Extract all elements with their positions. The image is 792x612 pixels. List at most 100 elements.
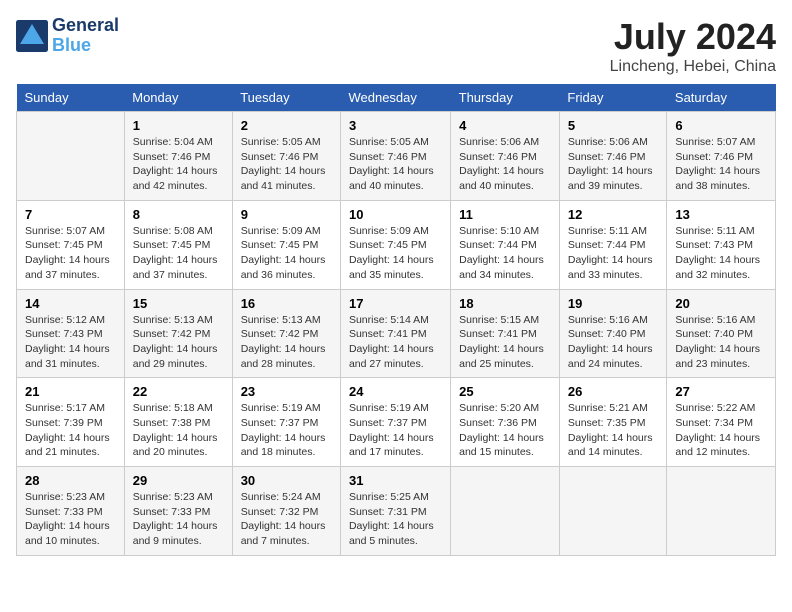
day-number: 9 [241,207,332,222]
calendar-cell: 21Sunrise: 5:17 AMSunset: 7:39 PMDayligh… [17,378,125,467]
day-info: Sunrise: 5:13 AMSunset: 7:42 PMDaylight:… [133,313,224,372]
day-number: 24 [349,384,442,399]
day-info: Sunrise: 5:11 AMSunset: 7:43 PMDaylight:… [675,224,767,283]
day-info: Sunrise: 5:08 AMSunset: 7:45 PMDaylight:… [133,224,224,283]
day-info: Sunrise: 5:09 AMSunset: 7:45 PMDaylight:… [241,224,332,283]
day-info: Sunrise: 5:10 AMSunset: 7:44 PMDaylight:… [459,224,551,283]
day-number: 27 [675,384,767,399]
day-number: 19 [568,296,659,311]
day-number: 31 [349,473,442,488]
calendar-cell: 31 Sunrise: 5:25 AMSunset: 7:31 PMDayligh… [340,467,450,556]
day-number: 15 [133,296,224,311]
weekday-header-tuesday: Tuesday [232,84,340,112]
logo-text: General Blue [52,16,119,56]
calendar-cell: 13 Sunrise: 5:11 AMSunset: 7:43 PMDayligh… [667,200,776,289]
weekday-header-sunday: Sunday [17,84,125,112]
calendar-cell: 8 Sunrise: 5:08 AMSunset: 7:45 PMDaylight… [124,200,232,289]
calendar-cell [17,112,125,201]
day-info: Sunrise: 5:23 AMSunset: 7:33 PMDaylight:… [25,490,116,549]
weekday-header-saturday: Saturday [667,84,776,112]
calendar-cell: 22 Sunrise: 5:18 AMSunset: 7:38 PMDayligh… [124,378,232,467]
day-info: Sunrise: 5:22 AMSunset: 7:34 PMDaylight:… [675,401,767,460]
day-info: Sunrise: 5:06 AMSunset: 7:46 PMDaylight:… [459,135,551,194]
day-info: Sunrise: 5:05 AMSunset: 7:46 PMDaylight:… [349,135,442,194]
day-number: 18 [459,296,551,311]
calendar-cell: 1 Sunrise: 5:04 AMSunset: 7:46 PMDaylight… [124,112,232,201]
day-number: 6 [675,118,767,133]
day-number: 5 [568,118,659,133]
day-info: Sunrise: 5:23 AMSunset: 7:33 PMDaylight:… [133,490,224,549]
calendar-title: July 2024 [610,16,776,58]
day-info: Sunrise: 5:15 AMSunset: 7:41 PMDaylight:… [459,313,551,372]
calendar-table: SundayMondayTuesdayWednesdayThursdayFrid… [16,84,776,556]
logo-icon [16,20,48,52]
weekday-header-thursday: Thursday [451,84,560,112]
calendar-cell: 12 Sunrise: 5:11 AMSunset: 7:44 PMDayligh… [559,200,667,289]
day-info: Sunrise: 5:21 AMSunset: 7:35 PMDaylight:… [568,401,659,460]
calendar-subtitle: Lincheng, Hebei, China [610,58,776,76]
page-header: General Blue July 2024 Lincheng, Hebei, … [16,16,776,76]
calendar-cell: 25Sunrise: 5:20 AMSunset: 7:36 PMDayligh… [451,378,560,467]
day-number: 23 [241,384,332,399]
day-number: 8 [133,207,224,222]
calendar-cell: 26 Sunrise: 5:21 AMSunset: 7:35 PMDayligh… [559,378,667,467]
calendar-week-row: 14Sunrise: 5:12 AMSunset: 7:43 PMDayligh… [17,289,776,378]
calendar-cell: 7 Sunrise: 5:07 AMSunset: 7:45 PMDaylight… [17,200,125,289]
day-number: 26 [568,384,659,399]
calendar-cell: 24Sunrise: 5:19 AMSunset: 7:37 PMDayligh… [340,378,450,467]
day-number: 7 [25,207,116,222]
weekday-header-friday: Friday [559,84,667,112]
weekday-header-wednesday: Wednesday [340,84,450,112]
day-info: Sunrise: 5:12 AMSunset: 7:43 PMDaylight:… [25,313,116,372]
calendar-header-row: SundayMondayTuesdayWednesdayThursdayFrid… [17,84,776,112]
day-number: 1 [133,118,224,133]
calendar-cell: 9 Sunrise: 5:09 AMSunset: 7:45 PMDaylight… [232,200,340,289]
weekday-header-monday: Monday [124,84,232,112]
day-info: Sunrise: 5:11 AMSunset: 7:44 PMDaylight:… [568,224,659,283]
day-info: Sunrise: 5:19 AMSunset: 7:37 PMDaylight:… [241,401,332,460]
day-number: 30 [241,473,332,488]
day-number: 21 [25,384,116,399]
day-number: 22 [133,384,224,399]
day-info: Sunrise: 5:05 AMSunset: 7:46 PMDaylight:… [241,135,332,194]
calendar-cell: 18 Sunrise: 5:15 AMSunset: 7:41 PMDayligh… [451,289,560,378]
day-number: 13 [675,207,767,222]
logo: General Blue [16,16,119,56]
calendar-cell: 30 Sunrise: 5:24 AMSunset: 7:32 PMDayligh… [232,467,340,556]
day-info: Sunrise: 5:25 AMSunset: 7:31 PMDaylight:… [349,490,442,549]
day-info: Sunrise: 5:06 AMSunset: 7:46 PMDaylight:… [568,135,659,194]
calendar-week-row: 28Sunrise: 5:23 AMSunset: 7:33 PMDayligh… [17,467,776,556]
calendar-cell: 6Sunrise: 5:07 AMSunset: 7:46 PMDaylight… [667,112,776,201]
calendar-week-row: 1 Sunrise: 5:04 AMSunset: 7:46 PMDaylight… [17,112,776,201]
calendar-cell: 11Sunrise: 5:10 AMSunset: 7:44 PMDayligh… [451,200,560,289]
day-number: 25 [459,384,551,399]
day-number: 3 [349,118,442,133]
calendar-cell: 27 Sunrise: 5:22 AMSunset: 7:34 PMDayligh… [667,378,776,467]
calendar-cell: 10 Sunrise: 5:09 AMSunset: 7:45 PMDayligh… [340,200,450,289]
day-info: Sunrise: 5:09 AMSunset: 7:45 PMDaylight:… [349,224,442,283]
day-number: 16 [241,296,332,311]
day-number: 17 [349,296,442,311]
calendar-cell: 3 Sunrise: 5:05 AMSunset: 7:46 PMDaylight… [340,112,450,201]
day-info: Sunrise: 5:14 AMSunset: 7:41 PMDaylight:… [349,313,442,372]
calendar-cell: 15 Sunrise: 5:13 AMSunset: 7:42 PMDayligh… [124,289,232,378]
day-info: Sunrise: 5:16 AMSunset: 7:40 PMDaylight:… [675,313,767,372]
day-number: 12 [568,207,659,222]
day-info: Sunrise: 5:16 AMSunset: 7:40 PMDaylight:… [568,313,659,372]
day-number: 10 [349,207,442,222]
calendar-cell: 14Sunrise: 5:12 AMSunset: 7:43 PMDayligh… [17,289,125,378]
calendar-cell: 28Sunrise: 5:23 AMSunset: 7:33 PMDayligh… [17,467,125,556]
day-info: Sunrise: 5:24 AMSunset: 7:32 PMDaylight:… [241,490,332,549]
calendar-week-row: 21Sunrise: 5:17 AMSunset: 7:39 PMDayligh… [17,378,776,467]
calendar-cell [559,467,667,556]
calendar-cell: 23 Sunrise: 5:19 AMSunset: 7:37 PMDayligh… [232,378,340,467]
calendar-cell: 29Sunrise: 5:23 AMSunset: 7:33 PMDayligh… [124,467,232,556]
day-number: 4 [459,118,551,133]
day-number: 2 [241,118,332,133]
calendar-cell: 19 Sunrise: 5:16 AMSunset: 7:40 PMDayligh… [559,289,667,378]
day-info: Sunrise: 5:18 AMSunset: 7:38 PMDaylight:… [133,401,224,460]
title-area: July 2024 Lincheng, Hebei, China [610,16,776,76]
day-info: Sunrise: 5:07 AMSunset: 7:45 PMDaylight:… [25,224,116,283]
day-info: Sunrise: 5:04 AMSunset: 7:46 PMDaylight:… [133,135,224,194]
calendar-cell [667,467,776,556]
